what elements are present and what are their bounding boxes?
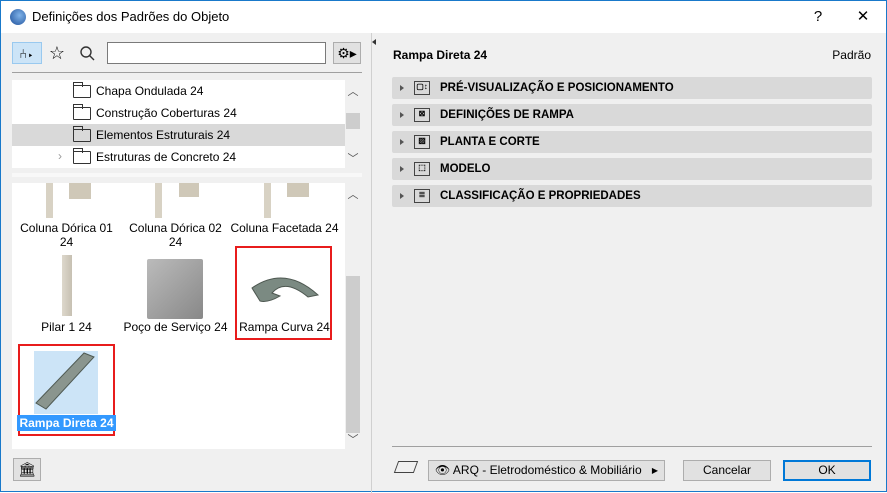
expand-arrow-icon: [400, 139, 404, 145]
scrollbar-thumb[interactable]: [346, 276, 360, 433]
star-icon: ☆: [48, 42, 66, 63]
gear-icon: ⚙▸: [337, 44, 357, 61]
window-title: Definições dos Padrões do Objeto: [32, 9, 230, 24]
title-bar: Definições dos Padrões do Objeto ? ✕: [1, 1, 886, 33]
column-thumbnail: [287, 183, 309, 197]
preview-icon: ▢↕: [414, 81, 430, 95]
section-header[interactable]: ⊠ DEFINIÇÕES DE RAMPA: [392, 104, 872, 126]
classification-icon: ≣: [414, 189, 430, 203]
expand-chevron-icon[interactable]: ›: [58, 149, 62, 163]
grid-scrollbar[interactable]: ︿ ﹀: [345, 183, 361, 449]
favorites-button[interactable]: ☆: [47, 42, 67, 64]
object-item[interactable]: Rampa Curva 24: [230, 320, 339, 334]
section-label: PLANTA E CORTE: [440, 136, 540, 148]
pillar-thumbnail: [62, 255, 72, 316]
app-logo-icon: [10, 9, 26, 25]
section-header[interactable]: ⬚ MODELO: [392, 158, 872, 180]
default-status: Padrão: [832, 48, 871, 62]
scrollbar-thumb[interactable]: [346, 113, 360, 129]
section-label: MODELO: [440, 163, 491, 175]
section-header[interactable]: ▢↕ PRÉ-VISUALIZAÇÃO E POSICIONAMENTO: [392, 77, 872, 99]
scroll-down-icon[interactable]: ﹀: [345, 431, 361, 447]
object-item[interactable]: Rampa Direta 24: [12, 415, 121, 431]
folder-icon: [73, 82, 91, 98]
folder-icon: [73, 148, 91, 164]
layer-name: ARQ - Eletrodoméstico & Mobiliário: [452, 463, 642, 477]
tree-item-label: Chapa Ondulada 24: [96, 84, 204, 98]
manhole-thumbnail: [147, 259, 203, 319]
object-label: Coluna Facetada 24: [230, 221, 339, 235]
object-item[interactable]: Pilar 1 24: [12, 320, 121, 334]
object-label: Pilar 1 24: [41, 320, 92, 334]
object-item[interactable]: Coluna Dórica 01 24: [12, 221, 121, 249]
object-label: Rampa Direta 24: [17, 415, 116, 431]
divider: [392, 446, 872, 447]
search-button[interactable]: [77, 42, 97, 64]
column-thumbnail: [264, 183, 271, 218]
object-name: Rampa Direta 24: [393, 48, 488, 62]
folder-tree: Chapa Ondulada 24 Construção Coberturas 2…: [12, 80, 345, 168]
scroll-up-icon[interactable]: ︿: [345, 186, 361, 202]
layer-dropdown[interactable]: 👁 ARQ - Eletrodoméstico & Mobiliário ▶: [428, 460, 665, 481]
library-browser-button[interactable]: ⑃▸: [12, 42, 42, 64]
object-label: Coluna Dórica 01 24: [20, 221, 113, 249]
folder-icon: [73, 126, 91, 142]
object-label: Rampa Curva 24: [239, 320, 330, 334]
section-label: DEFINIÇÕES DE RAMPA: [440, 109, 574, 121]
expand-arrow-icon: [400, 193, 404, 199]
tree-item[interactable]: Construção Coberturas 24: [12, 102, 345, 124]
divider: [12, 72, 362, 73]
help-button[interactable]: ?: [795, 1, 841, 33]
model-icon: ⬚: [414, 162, 430, 176]
dropdown-arrow-icon: ▶: [651, 466, 658, 475]
tree-item-label: Elementos Estruturais 24: [96, 128, 231, 142]
column-thumbnail: [46, 183, 53, 218]
chair-icon: ⑃▸: [19, 45, 35, 61]
column-thumbnail: [69, 183, 91, 199]
section-header[interactable]: ▨ PLANTA E CORTE: [392, 131, 872, 153]
object-item[interactable]: Poço de Serviço 24: [121, 320, 230, 334]
tree-item-label: Estruturas de Concreto 24: [96, 150, 237, 164]
section-label: CLASSIFICAÇÃO E PROPRIEDADES: [440, 190, 641, 202]
tree-item[interactable]: › Estruturas de Concreto 24: [12, 146, 345, 168]
close-button[interactable]: ✕: [840, 1, 886, 33]
expand-arrow-icon: [400, 85, 404, 91]
tree-item[interactable]: Chapa Ondulada 24: [12, 80, 345, 102]
ramp-settings-icon: ⊠: [414, 108, 430, 122]
object-item[interactable]: Coluna Dórica 02 24: [121, 221, 230, 249]
object-label: Coluna Dórica 02 24: [129, 221, 222, 249]
splitter[interactable]: [12, 173, 362, 177]
section-label: PRÉ-VISUALIZAÇÃO E POSICIONAMENTO: [440, 82, 674, 94]
tree-scrollbar[interactable]: ︿ ﹀: [345, 80, 361, 168]
object-grid: Coluna Dórica 01 24 Coluna Dórica 02 24 Co…: [12, 183, 345, 449]
object-item[interactable]: Coluna Facetada 24: [230, 221, 339, 235]
search-input[interactable]: [107, 42, 326, 64]
library-manager-button[interactable]: 🏛: [13, 458, 41, 481]
section-header[interactable]: ≣ CLASSIFICAÇÃO E PROPRIEDADES: [392, 185, 872, 207]
tree-item-label: Construção Coberturas 24: [96, 106, 237, 120]
column-thumbnail: [155, 183, 162, 218]
cancel-button[interactable]: Cancelar: [683, 460, 771, 481]
scroll-up-icon[interactable]: ︿: [345, 83, 361, 99]
search-icon: [80, 46, 95, 61]
floor-plan-icon: ▨: [414, 135, 430, 149]
expand-arrow-icon: [400, 166, 404, 172]
library-icon: 🏛: [18, 461, 36, 477]
layer-icon: [393, 461, 419, 473]
ok-button[interactable]: OK: [783, 460, 871, 481]
settings-menu-button[interactable]: ⚙▸: [333, 42, 361, 64]
column-thumbnail: [179, 183, 199, 197]
panel-divider[interactable]: [371, 33, 372, 493]
object-label: Poço de Serviço 24: [123, 320, 228, 334]
dialog-window: Definições dos Padrões do Objeto ? ✕ ⑃▸ …: [0, 0, 887, 493]
eye-icon: 👁: [435, 463, 451, 477]
scroll-down-icon[interactable]: ﹀: [345, 150, 361, 166]
collapse-panel-icon[interactable]: [372, 39, 376, 45]
folder-icon: [73, 104, 91, 120]
expand-arrow-icon: [400, 112, 404, 118]
tree-item[interactable]: Elementos Estruturais 24: [12, 124, 345, 146]
